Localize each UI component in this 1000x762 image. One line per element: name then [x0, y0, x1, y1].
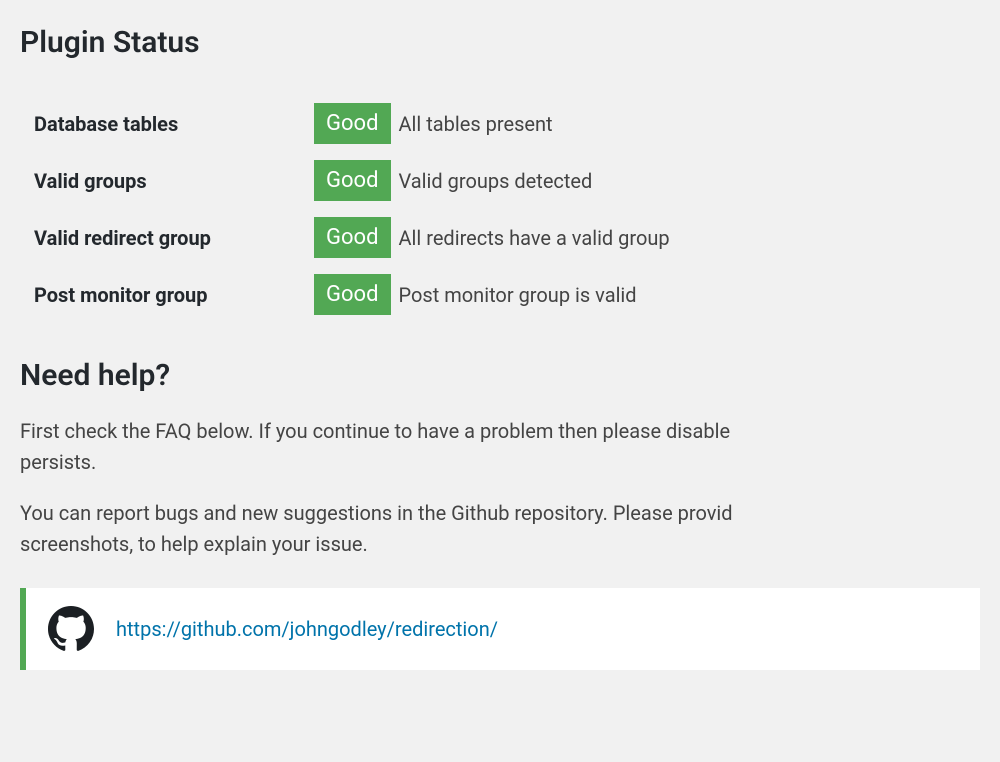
help-text-line: You can report bugs and new suggestions … [20, 501, 733, 525]
github-box: https://github.com/johngodley/redirectio… [20, 588, 980, 670]
github-icon [48, 606, 94, 652]
status-badge: Good [314, 103, 391, 144]
help-text-line: persists. [20, 450, 96, 474]
github-link[interactable]: https://github.com/johngodley/redirectio… [116, 614, 498, 644]
status-table: Database tables Good All tables present … [34, 95, 678, 323]
status-badge: Good [314, 274, 391, 315]
status-label: Post monitor group [34, 266, 314, 323]
help-text-line: screenshots, to help explain your issue. [20, 532, 368, 556]
status-badge-cell: Good [314, 266, 399, 323]
status-badge: Good [314, 217, 391, 258]
help-paragraph-1: First check the FAQ below. If you contin… [20, 416, 980, 478]
table-row: Valid redirect group Good All redirects … [34, 209, 678, 266]
status-desc: All tables present [399, 95, 678, 152]
status-label: Database tables [34, 95, 314, 152]
need-help-heading: Need help? [20, 353, 980, 398]
table-row: Database tables Good All tables present [34, 95, 678, 152]
table-row: Valid groups Good Valid groups detected [34, 152, 678, 209]
status-badge-cell: Good [314, 95, 399, 152]
help-paragraph-2: You can report bugs and new suggestions … [20, 498, 980, 560]
plugin-status-heading: Plugin Status [20, 20, 980, 65]
help-text-line: First check the FAQ below. If you contin… [20, 419, 730, 443]
status-label: Valid redirect group [34, 209, 314, 266]
status-badge-cell: Good [314, 209, 399, 266]
status-desc: Valid groups detected [399, 152, 678, 209]
table-row: Post monitor group Good Post monitor gro… [34, 266, 678, 323]
status-badge: Good [314, 160, 391, 201]
status-desc: Post monitor group is valid [399, 266, 678, 323]
status-badge-cell: Good [314, 152, 399, 209]
status-label: Valid groups [34, 152, 314, 209]
status-desc: All redirects have a valid group [399, 209, 678, 266]
